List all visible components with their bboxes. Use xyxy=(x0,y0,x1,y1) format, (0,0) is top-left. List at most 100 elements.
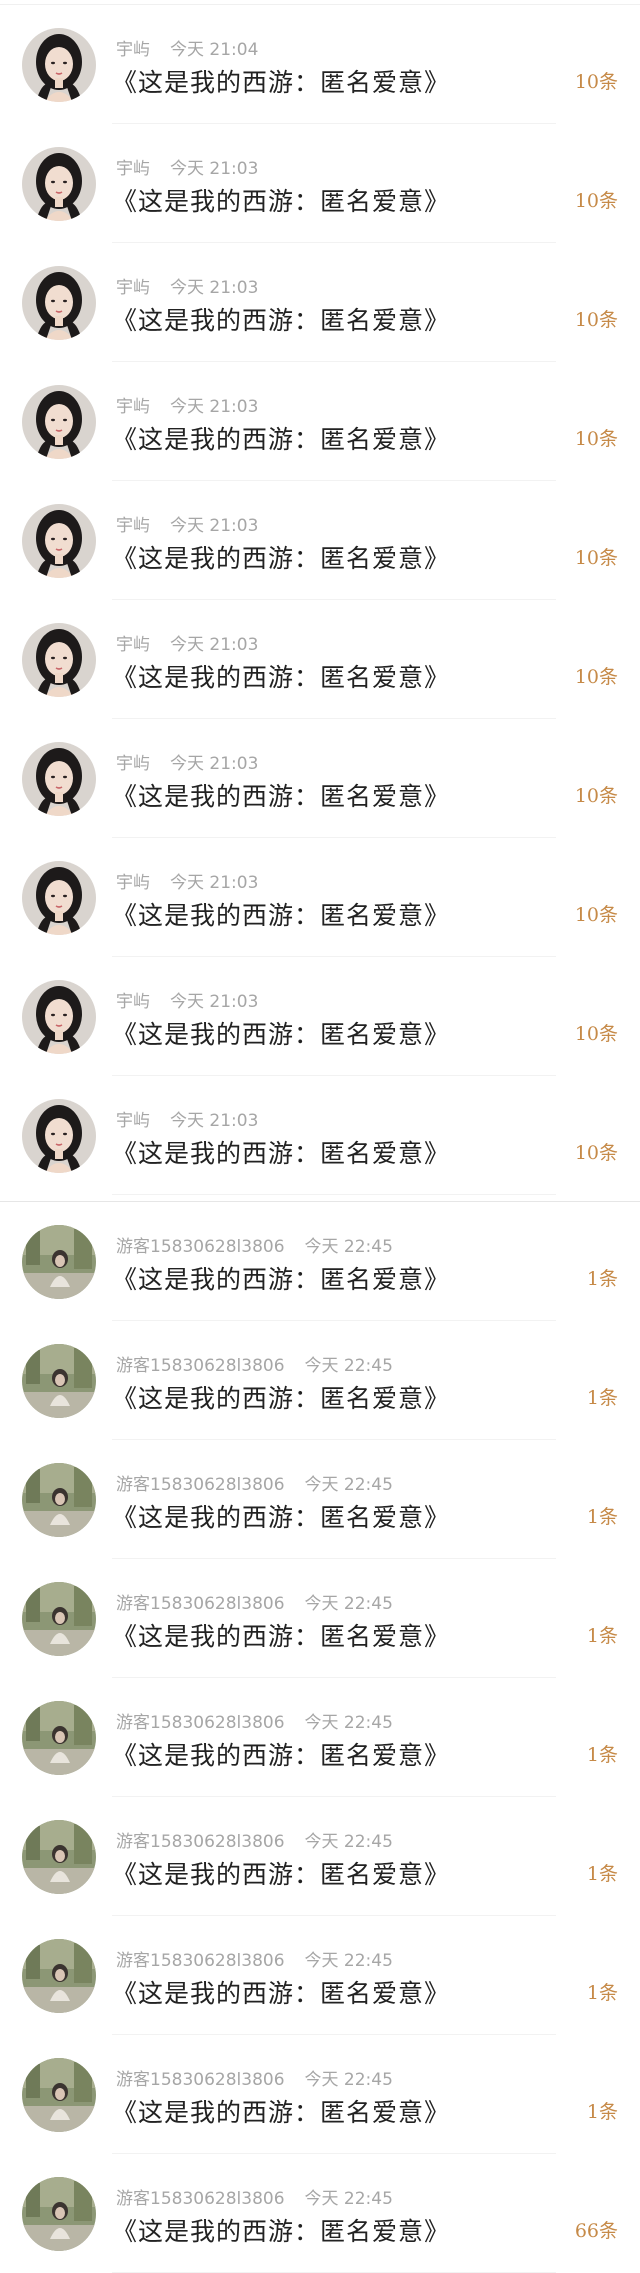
avatar[interactable] xyxy=(22,742,96,816)
message-count-badge: 10条 xyxy=(574,309,618,331)
sender-name: 宇屿 xyxy=(116,992,150,1012)
list-item[interactable]: 游客15830628l3806 今天 22:45 《这是我的西游：匿名爱意》 1条 xyxy=(0,1916,640,2035)
timestamp: 今天 22:45 xyxy=(304,1594,393,1614)
portrait-woman-icon xyxy=(22,980,96,1054)
message-preview: 《这是我的西游：匿名爱意》 xyxy=(112,544,451,573)
avatar[interactable] xyxy=(22,1939,96,2013)
timestamp: 今天 22:45 xyxy=(304,1475,393,1495)
message-count-badge: 1条 xyxy=(586,1625,618,1647)
portrait-woman-icon xyxy=(22,266,96,340)
list-item[interactable]: 游客15830628l3806 今天 22:45 《这是我的西游：匿名爱意》 1条 xyxy=(0,1202,640,1321)
message-count-badge: 1条 xyxy=(586,1982,618,2004)
avatar[interactable] xyxy=(22,1820,96,1894)
outdoor-photo-icon xyxy=(22,2177,96,2251)
list-item[interactable]: 游客15830628l3806 今天 22:45 《这是我的西游：匿名爱意》 1条 xyxy=(0,1321,640,1440)
avatar[interactable] xyxy=(22,1701,96,1775)
message-count-badge: 1条 xyxy=(586,1387,618,1409)
message-count-badge: 10条 xyxy=(574,547,618,569)
avatar[interactable] xyxy=(22,2058,96,2132)
outdoor-photo-icon xyxy=(22,1939,96,2013)
timestamp: 今天 21:03 xyxy=(170,635,259,655)
sender-name: 宇屿 xyxy=(116,516,150,536)
sender-name: 游客15830628l3806 xyxy=(116,1713,285,1733)
list-item[interactable]: 宇屿 今天 21:03 《这是我的西游：匿名爱意》 10条 xyxy=(0,719,640,838)
item-meta: 游客15830628l3806 今天 22:45 xyxy=(116,1946,393,1971)
avatar[interactable] xyxy=(22,28,96,102)
item-meta: 宇屿 今天 21:04 xyxy=(116,35,258,60)
message-preview: 《这是我的西游：匿名爱意》 xyxy=(112,1741,451,1770)
message-preview: 《这是我的西游：匿名爱意》 xyxy=(112,1265,451,1294)
timestamp: 今天 22:45 xyxy=(304,1951,393,1971)
item-meta: 宇屿 今天 21:03 xyxy=(116,987,258,1012)
message-count-badge: 1条 xyxy=(586,1268,618,1290)
list-item[interactable]: 游客15830628l3806 今天 22:45 《这是我的西游：匿名爱意》 1条 xyxy=(0,1678,640,1797)
message-preview: 《这是我的西游：匿名爱意》 xyxy=(112,1860,451,1889)
avatar[interactable] xyxy=(22,1099,96,1173)
avatar[interactable] xyxy=(22,623,96,697)
item-meta: 宇屿 今天 21:03 xyxy=(116,511,258,536)
avatar[interactable] xyxy=(22,266,96,340)
sender-name: 游客15830628l3806 xyxy=(116,2070,285,2090)
message-preview: 《这是我的西游：匿名爱意》 xyxy=(112,1622,451,1651)
avatar[interactable] xyxy=(22,1463,96,1537)
timestamp: 今天 21:03 xyxy=(170,1111,259,1131)
list-item[interactable]: 宇屿 今天 21:03 《这是我的西游：匿名爱意》 10条 xyxy=(0,362,640,481)
list-item[interactable]: 游客15830628l3806 今天 22:45 《这是我的西游：匿名爱意》 1条 xyxy=(0,1797,640,1916)
sender-name: 宇屿 xyxy=(116,278,150,298)
timestamp: 今天 21:04 xyxy=(170,40,259,60)
item-meta: 游客15830628l3806 今天 22:45 xyxy=(116,1708,393,1733)
item-meta: 游客15830628l3806 今天 22:45 xyxy=(116,1589,393,1614)
sender-name: 游客15830628l3806 xyxy=(116,1594,285,1614)
avatar[interactable] xyxy=(22,861,96,935)
timestamp: 今天 22:45 xyxy=(304,1237,393,1257)
message-count-badge: 10条 xyxy=(574,785,618,807)
avatar[interactable] xyxy=(22,2177,96,2251)
list-item[interactable]: 宇屿 今天 21:03 《这是我的西游：匿名爱意》 10条 xyxy=(0,600,640,719)
message-count-badge: 10条 xyxy=(574,190,618,212)
portrait-woman-icon xyxy=(22,742,96,816)
message-count-badge: 10条 xyxy=(574,666,618,688)
portrait-woman-icon xyxy=(22,1099,96,1173)
item-meta: 宇屿 今天 21:03 xyxy=(116,630,258,655)
sender-name: 宇屿 xyxy=(116,754,150,774)
list-item[interactable]: 游客15830628l3806 今天 22:45 《这是我的西游：匿名爱意》 1条 xyxy=(0,1559,640,1678)
sender-name: 宇屿 xyxy=(116,397,150,417)
message-count-badge: 10条 xyxy=(574,1142,618,1164)
list-item[interactable]: 宇屿 今天 21:03 《这是我的西游：匿名爱意》 10条 xyxy=(0,1076,640,1195)
message-preview: 《这是我的西游：匿名爱意》 xyxy=(112,1503,451,1532)
avatar[interactable] xyxy=(22,504,96,578)
message-count-badge: 1条 xyxy=(586,1863,618,1885)
timestamp: 今天 21:03 xyxy=(170,278,259,298)
list-item[interactable]: 宇屿 今天 21:03 《这是我的西游：匿名爱意》 10条 xyxy=(0,838,640,957)
list-item[interactable]: 宇屿 今天 21:03 《这是我的西游：匿名爱意》 10条 xyxy=(0,243,640,362)
sender-name: 宇屿 xyxy=(116,873,150,893)
list-item[interactable]: 宇屿 今天 21:03 《这是我的西游：匿名爱意》 10条 xyxy=(0,124,640,243)
item-meta: 宇屿 今天 21:03 xyxy=(116,392,258,417)
list-item[interactable]: 游客15830628l3806 今天 22:45 《这是我的西游：匿名爱意》 66… xyxy=(0,2154,640,2273)
message-preview: 《这是我的西游：匿名爱意》 xyxy=(112,2098,451,2127)
message-count-badge: 1条 xyxy=(586,2101,618,2123)
list-item[interactable]: 游客15830628l3806 今天 22:45 《这是我的西游：匿名爱意》 1条 xyxy=(0,2035,640,2154)
timestamp: 今天 22:45 xyxy=(304,1713,393,1733)
sender-name: 宇屿 xyxy=(116,159,150,179)
outdoor-photo-icon xyxy=(22,1582,96,1656)
list-item[interactable]: 宇屿 今天 21:03 《这是我的西游：匿名爱意》 10条 xyxy=(0,957,640,1076)
row-divider xyxy=(112,1194,556,1195)
avatar[interactable] xyxy=(22,1225,96,1299)
sender-name: 游客15830628l3806 xyxy=(116,1475,285,1495)
avatar[interactable] xyxy=(22,1582,96,1656)
list-item[interactable]: 宇屿 今天 21:04 《这是我的西游：匿名爱意》 10条 xyxy=(0,5,640,124)
list-item[interactable]: 宇屿 今天 21:03 《这是我的西游：匿名爱意》 10条 xyxy=(0,481,640,600)
avatar[interactable] xyxy=(22,147,96,221)
item-meta: 游客15830628l3806 今天 22:45 xyxy=(116,2065,393,2090)
message-count-badge: 1条 xyxy=(586,1744,618,1766)
sender-name: 游客15830628l3806 xyxy=(116,1951,285,1971)
avatar[interactable] xyxy=(22,1344,96,1418)
item-meta: 宇屿 今天 21:03 xyxy=(116,749,258,774)
message-preview: 《这是我的西游：匿名爱意》 xyxy=(112,187,451,216)
item-meta: 宇屿 今天 21:03 xyxy=(116,868,258,893)
list-item[interactable]: 游客15830628l3806 今天 22:45 《这是我的西游：匿名爱意》 1条 xyxy=(0,1440,640,1559)
avatar[interactable] xyxy=(22,385,96,459)
portrait-woman-icon xyxy=(22,385,96,459)
avatar[interactable] xyxy=(22,980,96,1054)
